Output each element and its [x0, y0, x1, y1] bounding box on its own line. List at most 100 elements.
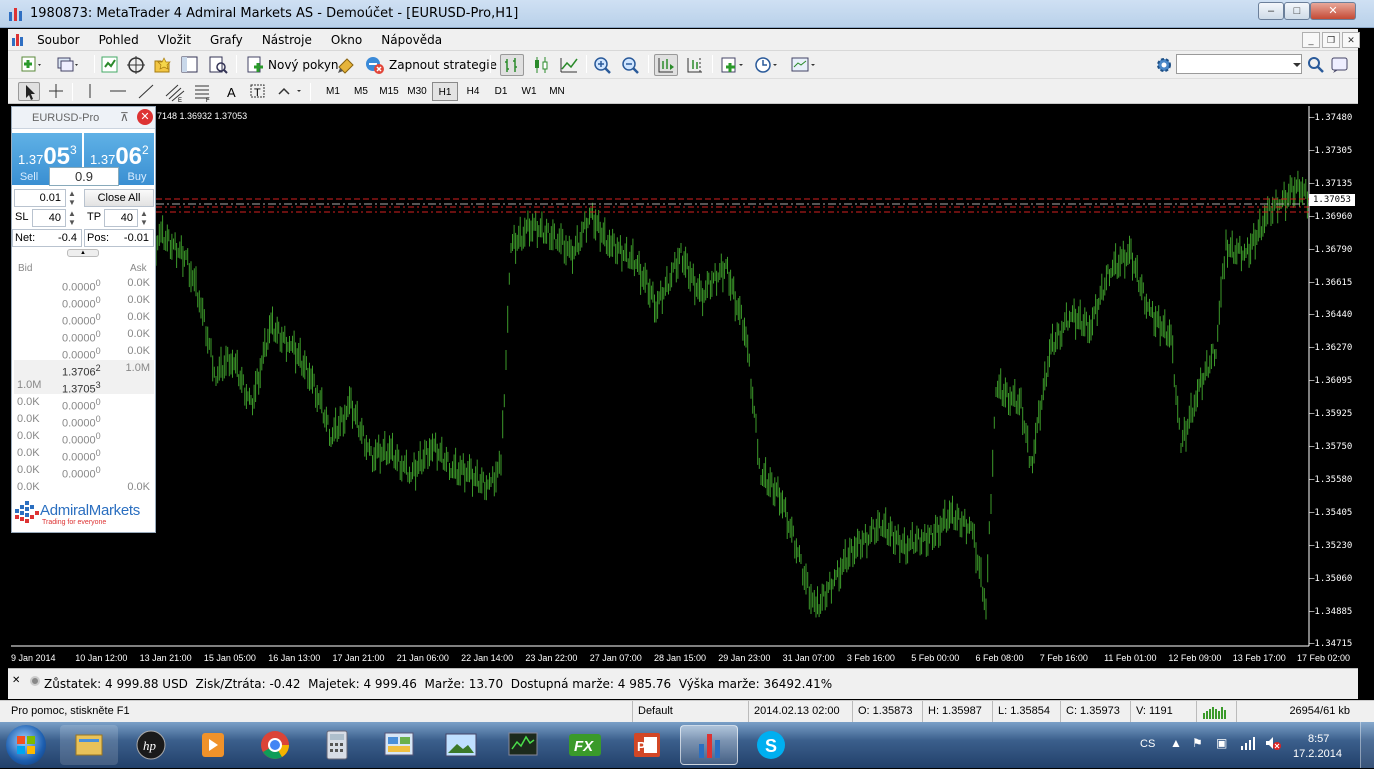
taskbar-powerpoint[interactable]: P	[618, 725, 676, 765]
close-all-button[interactable]: Close All	[84, 189, 154, 207]
mdi-close-button[interactable]: ✕	[1342, 32, 1360, 48]
lot-step-spinner[interactable]: ▲ ▼	[68, 189, 76, 207]
clock-time[interactable]: 8:57	[1308, 733, 1329, 745]
fibonacci-icon[interactable]: F	[192, 82, 212, 104]
chart-shift-icon[interactable]	[684, 55, 704, 75]
line-chart-icon[interactable]	[558, 55, 578, 75]
network-icon[interactable]	[1240, 735, 1256, 754]
tp-spinner[interactable]: ▲ ▼	[140, 209, 148, 227]
indicators-icon[interactable]	[720, 55, 743, 75]
community-icon[interactable]	[1330, 55, 1350, 75]
menu-napoveda[interactable]: Nápověda	[373, 29, 450, 51]
terminal-icon[interactable]	[180, 55, 200, 75]
pin-icon[interactable]: ⊼	[120, 110, 129, 124]
menu-vlozit[interactable]: Vložit	[150, 29, 199, 51]
timeframe-h4[interactable]: H4	[460, 82, 486, 101]
maximize-button[interactable]: □	[1284, 2, 1310, 20]
settings-gear-icon[interactable]	[1154, 55, 1174, 75]
taskbar-chrome[interactable]	[246, 725, 304, 765]
mdi-minimize-button[interactable]: _	[1302, 32, 1320, 48]
timeframe-m1[interactable]: M1	[320, 82, 346, 101]
language-indicator[interactable]: CS	[1140, 738, 1155, 750]
taskbar-calculator[interactable]	[308, 725, 366, 765]
close-button[interactable]: ✕	[1310, 2, 1356, 20]
tp-field[interactable]: 40	[104, 209, 138, 227]
terminal-close-icon[interactable]: ✕	[12, 675, 20, 686]
taskbar-fx[interactable]: FX	[556, 725, 614, 765]
equidistant-channel-icon[interactable]: E	[164, 82, 185, 104]
new-order-icon[interactable]	[246, 55, 266, 75]
bar-chart-icon[interactable]	[500, 54, 524, 76]
start-button[interactable]	[6, 725, 46, 765]
menu-okno[interactable]: Okno	[323, 29, 370, 51]
lot-step-field[interactable]: 0.01	[14, 189, 66, 207]
menu-soubor[interactable]: Soubor	[29, 29, 87, 51]
autotrading-button[interactable]: Zapnout strategie	[389, 58, 497, 72]
text-label-icon[interactable]: T	[248, 82, 268, 102]
price-chart[interactable]: 7148 1.36932 1.37053 –1.37480 –1.37305 –1.…	[10, 106, 1358, 668]
vertical-line-icon[interactable]	[80, 82, 100, 102]
periods-icon[interactable]	[754, 55, 777, 75]
menu-pohled[interactable]: Pohled	[91, 29, 147, 51]
chart-canvas[interactable]	[10, 106, 1358, 668]
status-profile[interactable]: Default	[632, 701, 748, 722]
clock-date[interactable]: 17.2.2014	[1293, 748, 1342, 760]
timeframe-m30[interactable]: M30	[404, 82, 430, 101]
volume-muted-icon[interactable]	[1264, 735, 1282, 754]
timeframe-m5[interactable]: M5	[348, 82, 374, 101]
timeframe-w1[interactable]: W1	[516, 82, 542, 101]
menu-nastroje[interactable]: Nástroje	[254, 29, 320, 51]
autoscroll-icon[interactable]	[654, 54, 678, 76]
taskbar-media[interactable]	[184, 725, 242, 765]
show-desktop-button[interactable]	[1360, 722, 1374, 768]
sl-spinner[interactable]: ▲ ▼	[68, 209, 76, 227]
taskbar-task-manager[interactable]	[494, 725, 552, 765]
collapse-handle[interactable]: ▲	[67, 249, 99, 257]
search-icon[interactable]	[1306, 55, 1326, 75]
taskbar-skype[interactable]: S	[742, 725, 800, 765]
horizontal-line-icon[interactable]	[108, 82, 128, 102]
minimize-button[interactable]: –	[1258, 2, 1284, 20]
mdi-restore-button[interactable]: ❐	[1322, 32, 1340, 48]
dom-price-sup: 2	[95, 363, 101, 373]
action-center-flag-icon[interactable]: ⚑	[1192, 736, 1203, 750]
strategy-tester-icon[interactable]	[208, 55, 228, 75]
navigator-icon[interactable]	[152, 55, 172, 75]
new-chart-icon[interactable]	[20, 55, 41, 75]
sl-field[interactable]: 40	[32, 209, 66, 227]
timeframe-d1[interactable]: D1	[488, 82, 514, 101]
zoom-out-icon[interactable]	[620, 55, 640, 75]
metaeditor-icon[interactable]	[336, 55, 356, 75]
svg-text:P: P	[637, 739, 646, 754]
arrows-icon[interactable]	[276, 82, 301, 102]
autotrading-icon[interactable]	[364, 55, 384, 75]
zoom-in-icon[interactable]	[592, 55, 612, 75]
text-tool-icon[interactable]: A	[222, 82, 242, 102]
taskbar-photo-viewer[interactable]	[432, 725, 490, 765]
taskbar-control-panel[interactable]	[370, 725, 428, 765]
search-input[interactable]	[1176, 54, 1302, 74]
cursor-icon[interactable]	[18, 82, 40, 101]
taskbar-metatrader[interactable]	[680, 725, 738, 765]
chart-window-icon[interactable]	[8, 29, 26, 51]
dom-row: 0.00000 0.0K	[14, 343, 154, 362]
timeframe-mn[interactable]: MN	[544, 82, 570, 101]
device-icon[interactable]: ▣	[1216, 736, 1227, 750]
new-order-button[interactable]: Nový pokyn	[268, 58, 339, 72]
trendline-icon[interactable]	[136, 82, 156, 102]
timeframe-m15[interactable]: M15	[376, 82, 402, 101]
crosshair-icon[interactable]	[46, 82, 66, 102]
market-watch-icon[interactable]	[100, 55, 120, 75]
candlestick-chart-icon[interactable]	[530, 55, 550, 75]
search-dropdown-icon[interactable]	[1292, 57, 1302, 73]
taskbar-explorer[interactable]	[60, 725, 118, 765]
profiles-icon[interactable]	[56, 55, 78, 75]
volume-field[interactable]: 0.9	[49, 167, 119, 186]
close-panel-icon[interactable]: ✕	[137, 109, 153, 125]
data-window-icon[interactable]	[126, 55, 146, 75]
taskbar-hp[interactable]: hp	[122, 725, 180, 765]
timeframe-h1[interactable]: H1	[432, 82, 458, 101]
tray-expand-icon[interactable]: ▲	[1170, 736, 1182, 750]
templates-icon[interactable]	[790, 55, 815, 75]
menu-grafy[interactable]: Grafy	[202, 29, 251, 51]
